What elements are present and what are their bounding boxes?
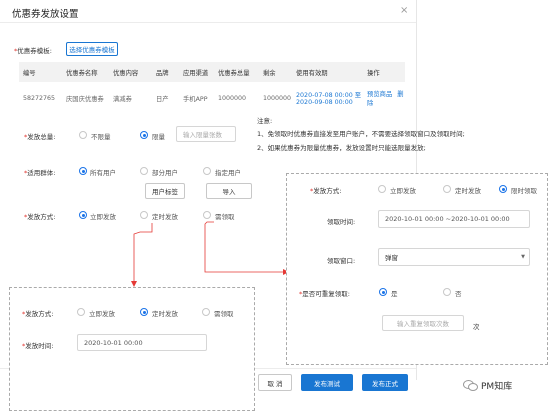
lp-method-timed-radio[interactable] [140, 308, 148, 316]
rp-claim-time-range[interactable]: 2020-10-01 00:00 ~2020-10-01 00:00 [378, 210, 530, 228]
lp-method-timed-label: 定时发放 [152, 310, 178, 318]
lp-method-now-label: 立即发放 [89, 310, 115, 318]
rp-window-select[interactable]: 弹窗 ▼ [378, 248, 530, 266]
rp-method-timed-label: 定时发放 [455, 187, 481, 195]
rp-repeat-yes-label: 是 [391, 290, 398, 298]
lp-time-label: *发放时间: [22, 342, 54, 350]
rp-window-value: 弹窗 [385, 254, 398, 262]
wechat-icon [463, 380, 478, 391]
claim-settings-panel: *发放方式: 立即发放 定时发放 限时领取 领取时间: 2020-10-01 0… [286, 173, 548, 365]
rp-window-label: 领取窗口: [327, 257, 356, 265]
rp-method-timed-radio[interactable] [443, 185, 451, 193]
watermark: PM知库 [463, 379, 512, 392]
rp-method-now-label: 立即发放 [390, 187, 416, 195]
publish-test-button[interactable]: 发布测试 [301, 374, 353, 391]
arrow-to-claim-panel [204, 221, 285, 273]
publish-official-button[interactable]: 发布正式 [362, 374, 408, 391]
rp-repeat-no-label: 否 [455, 290, 462, 298]
timed-send-panel: *发放方式: 立即发放 定时发放 需领取 *发放时间: 2020-10-01 0… [9, 287, 255, 411]
lp-send-time-input[interactable]: 2020-10-01 00:00 [77, 334, 207, 351]
rp-method-limited-claim-label: 限时领取 [511, 187, 537, 195]
chevron-down-icon: ▼ [521, 254, 525, 260]
rp-repeat-label: *是否可重复领取: [299, 290, 350, 298]
rp-method-limited-claim-radio[interactable] [499, 185, 507, 193]
watermark-text: PM知库 [481, 382, 513, 392]
rp-repeat-no-radio[interactable] [443, 288, 451, 296]
rp-repeat-count-input[interactable]: 输入重复领取次数 [382, 315, 464, 331]
rp-method-label: *发放方式: [310, 187, 342, 195]
lp-method-label: *发放方式: [22, 310, 54, 318]
rp-repeat-yes-radio[interactable] [379, 288, 387, 296]
lp-method-claim-radio[interactable] [202, 308, 210, 316]
rp-repeat-unit: 次 [473, 323, 480, 331]
rp-method-now-radio[interactable] [378, 185, 386, 193]
lp-method-claim-label: 需领取 [214, 310, 234, 318]
cancel-button[interactable]: 取 消 [258, 374, 292, 391]
arrow-to-timed-panel [133, 223, 153, 282]
lp-method-now-radio[interactable] [77, 308, 85, 316]
rp-time-label: 领取时间: [327, 218, 356, 226]
